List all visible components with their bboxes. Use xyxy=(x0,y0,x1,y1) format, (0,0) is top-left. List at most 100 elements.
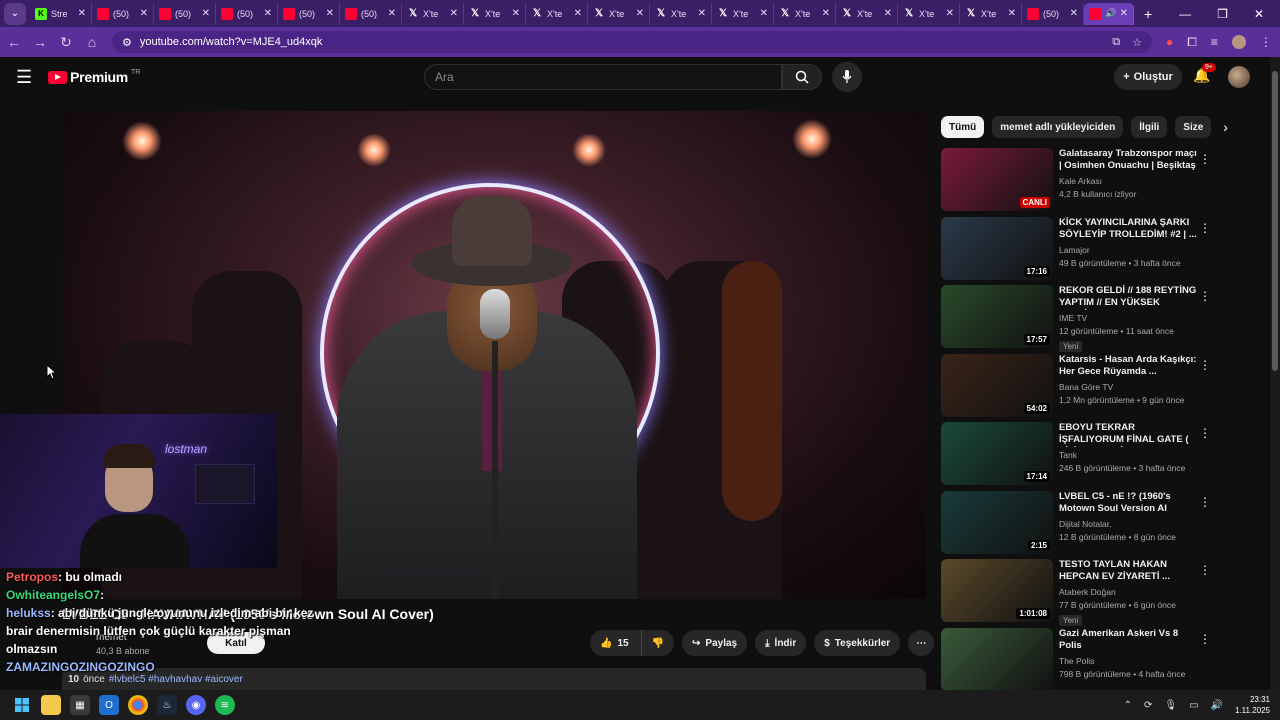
site-info-icon[interactable]: ⚙ xyxy=(122,36,132,49)
reload-button[interactable]: ↻ xyxy=(54,34,78,51)
more-options-icon[interactable]: ⋮ xyxy=(1199,495,1211,509)
close-icon[interactable]: ✕ xyxy=(822,8,830,19)
channel-name[interactable]: IME TV xyxy=(1059,313,1199,323)
microphone-tray-icon[interactable]: 🎙 xyxy=(1164,700,1177,711)
forward-button[interactable]: → xyxy=(28,34,52,50)
volume-icon[interactable]: 🔊 xyxy=(1211,700,1223,711)
display-icon[interactable]: ▭ xyxy=(1189,700,1198,711)
store-icon[interactable]: ▦ xyxy=(70,695,90,715)
channel-name[interactable]: Bana Göre TV xyxy=(1059,382,1199,392)
browser-tab[interactable]: (50) ✕ xyxy=(216,2,278,25)
browser-tab[interactable]: (50) ✕ xyxy=(92,2,154,25)
browser-tab[interactable]: (50) ✕ xyxy=(1022,2,1084,25)
close-icon[interactable]: ✕ xyxy=(450,8,458,19)
chip-uploader[interactable]: memet adlı yükleyiciden xyxy=(992,116,1124,138)
more-options-icon[interactable]: ⋮ xyxy=(1199,632,1211,646)
video-title[interactable]: EBOYU TEKRAR İŞFALIYORUM FİNAL GATE ( Sİ… xyxy=(1059,422,1199,447)
more-actions-button[interactable]: ⋯ xyxy=(908,630,935,656)
tab-active[interactable]: 🔊 ✕ xyxy=(1084,2,1134,25)
chevron-right-icon[interactable]: › xyxy=(1223,119,1228,135)
recommended-video[interactable]: 17:14 EBOYU TEKRAR İŞFALIYORUM FİNAL GATE… xyxy=(941,422,1221,491)
channel-name[interactable]: Lamajor xyxy=(1059,245,1199,255)
notifications-button[interactable]: 🔔 9+ xyxy=(1193,63,1216,84)
profile-avatar[interactable] xyxy=(1231,35,1246,49)
close-icon[interactable]: ✕ xyxy=(760,8,768,19)
video-title[interactable]: LVBEL C5 - nE !? (1960's Motown Soul Ver… xyxy=(1059,491,1199,516)
recommended-video[interactable]: 54:02 Katarsis - Hasan Arda Kaşıkçı: Her … xyxy=(941,353,1221,423)
browser-tab[interactable]: (50) ✕ xyxy=(154,2,216,25)
video-title[interactable]: Galatasaray Trabzonspor maçı | Osimhen O… xyxy=(1059,148,1199,173)
close-icon[interactable]: ✕ xyxy=(264,8,272,19)
more-options-icon[interactable]: ⋮ xyxy=(1199,563,1211,577)
channel-name[interactable]: Dijital Notalar. xyxy=(1059,519,1199,529)
close-icon[interactable]: ✕ xyxy=(946,8,954,19)
bookmark-star-icon[interactable]: ☆ xyxy=(1132,36,1142,49)
minimize-button[interactable]: — xyxy=(1179,7,1191,21)
download-button[interactable]: ⤓ İndir xyxy=(755,630,807,656)
recommended-video[interactable]: 2:15 LVBEL C5 - nE !? (1960's Motown Soul… xyxy=(941,490,1221,560)
browser-tab[interactable]: (50) ✕ xyxy=(278,2,340,25)
thanks-button[interactable]: $ Teşekkürler xyxy=(814,630,901,656)
chevron-up-icon[interactable]: ⌃ xyxy=(1124,700,1132,711)
create-button[interactable]: + Oluştur xyxy=(1114,64,1182,90)
recommended-video[interactable]: Gazi Amerikan Askeri Vs 8 Polis The Polis… xyxy=(941,627,1221,697)
channel-name[interactable]: The Polis xyxy=(1059,656,1199,666)
youtube-logo[interactable]: Premium TR xyxy=(48,69,140,85)
file-explorer-icon[interactable] xyxy=(41,695,61,715)
close-icon[interactable]: ✕ xyxy=(140,8,148,19)
video-thumbnail[interactable]: 17:14 xyxy=(941,422,1053,485)
more-options-icon[interactable]: ⋮ xyxy=(1199,221,1211,235)
dislike-button[interactable]: 👎 xyxy=(640,630,675,656)
more-options-icon[interactable]: ⋮ xyxy=(1199,426,1211,440)
browser-tab[interactable]: 𝕏 X'te ✕ xyxy=(712,2,774,25)
menu-icon[interactable]: ⋮ xyxy=(1260,35,1272,49)
voice-search-button[interactable] xyxy=(832,62,862,92)
video-thumbnail[interactable]: CANLI xyxy=(941,148,1053,211)
channel-name[interactable]: Tank xyxy=(1059,450,1199,460)
browser-tab[interactable]: K Stre ✕ xyxy=(30,2,92,25)
search-input[interactable]: Ara xyxy=(424,64,782,90)
recommended-video[interactable]: 1:01:08 TESTO TAYLAN HAKAN HEPCAN EV ZİYA… xyxy=(941,559,1221,628)
browser-tab[interactable]: (50) ✕ xyxy=(340,2,402,25)
recommended-video[interactable]: CANLI Galatasaray Trabzonspor maçı | Osim… xyxy=(941,148,1221,217)
url-field[interactable]: ⚙ youtube.com/watch?v=MJE4_ud4xqk ⧉ ☆ xyxy=(112,31,1152,53)
browser-tab[interactable]: 𝕏 X'te ✕ xyxy=(588,2,650,25)
close-icon[interactable]: ✕ xyxy=(636,8,644,19)
browser-tab[interactable]: 𝕏 X'te ✕ xyxy=(836,2,898,25)
back-button[interactable]: ← xyxy=(2,34,26,50)
chip-for-you[interactable]: Size xyxy=(1175,116,1212,138)
close-icon[interactable]: ✕ xyxy=(698,8,706,19)
video-title[interactable]: Gazi Amerikan Askeri Vs 8 Polis xyxy=(1059,628,1199,653)
search-button[interactable] xyxy=(782,64,822,90)
discord-icon[interactable]: ◉ xyxy=(186,695,206,715)
scrollbar-thumb[interactable] xyxy=(1272,71,1278,371)
close-icon[interactable]: ✕ xyxy=(78,8,86,19)
channel-name[interactable]: Ataberk Doğan xyxy=(1059,587,1199,597)
restore-button[interactable]: ❐ xyxy=(1217,7,1228,21)
video-title[interactable]: Katarsis - Hasan Arda Kaşıkçı: Her Gece … xyxy=(1059,354,1199,379)
more-options-icon[interactable]: ⋮ xyxy=(1199,289,1211,303)
close-icon[interactable]: ✕ xyxy=(388,8,396,19)
close-icon[interactable]: ✕ xyxy=(512,8,520,19)
close-icon[interactable]: ✕ xyxy=(574,8,582,19)
browser-tab[interactable]: 𝕏 X'te ✕ xyxy=(898,2,960,25)
install-icon[interactable]: ⧉ xyxy=(1112,36,1120,49)
video-title[interactable]: TESTO TAYLAN HAKAN HEPCAN EV ZİYARETİ ..… xyxy=(1059,559,1199,584)
close-icon[interactable]: ✕ xyxy=(1008,8,1016,19)
sync-icon[interactable]: ⟳ xyxy=(1144,700,1152,711)
extension-icon[interactable]: ● xyxy=(1166,35,1173,49)
chip-all[interactable]: Tümü xyxy=(941,116,985,138)
browser-tab[interactable]: 𝕏 X'te ✕ xyxy=(464,2,526,25)
close-icon[interactable]: ✕ xyxy=(1070,8,1078,19)
outlook-icon[interactable]: O xyxy=(99,695,119,715)
browser-tab[interactable]: 𝕏 X'te ✕ xyxy=(774,2,836,25)
video-thumbnail[interactable]: 17:16 xyxy=(941,216,1053,280)
windows-start-icon[interactable] xyxy=(12,695,32,715)
share-button[interactable]: ↪ Paylaş xyxy=(682,630,748,656)
video-title[interactable]: KİCK YAYINCILARINA ŞARKI SÖYLEYİP TROLLE… xyxy=(1059,217,1199,242)
like-button[interactable]: 👍 15 xyxy=(590,630,641,656)
hamburger-menu-icon[interactable]: ☰ xyxy=(16,67,32,88)
close-icon[interactable]: ✕ xyxy=(326,8,334,19)
spotify-icon[interactable]: ≋ xyxy=(215,695,235,715)
home-button[interactable]: ⌂ xyxy=(80,34,104,50)
